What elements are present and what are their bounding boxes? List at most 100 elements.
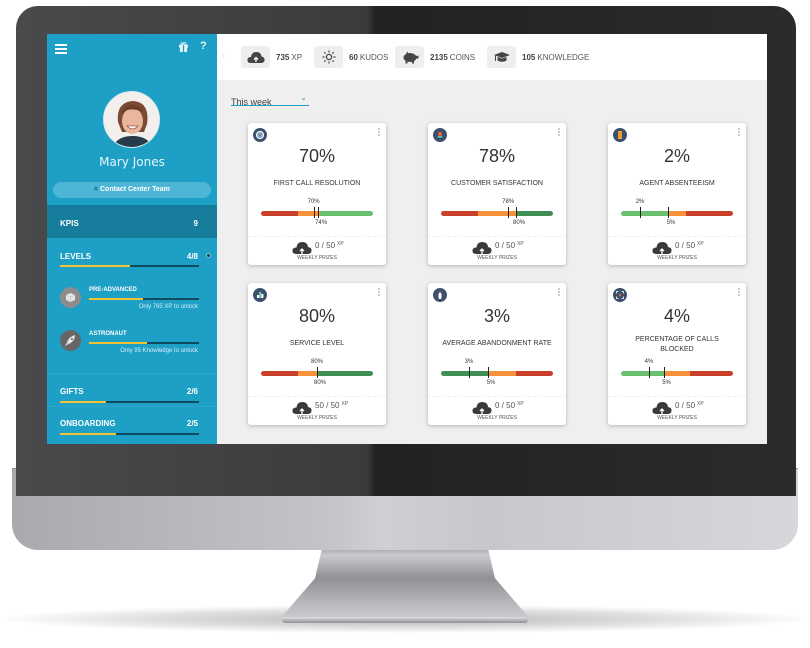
gifts-progress-bar xyxy=(60,401,199,403)
gift-icon[interactable] xyxy=(179,42,188,52)
stat-coins[interactable]: 2135 COINS xyxy=(395,46,475,68)
current-marker xyxy=(649,367,650,378)
kpi-title: FIRST CALL RESOLUTION xyxy=(273,180,361,187)
gauge-segment-red xyxy=(261,211,298,216)
sidebar-item-levels[interactable]: LEVELS 4/8 xyxy=(47,238,217,290)
card-divider xyxy=(428,236,566,237)
target-label: 80% xyxy=(513,220,526,226)
coins-value: 2135 xyxy=(430,52,448,62)
onboarding-count: 2/5 xyxy=(186,419,198,428)
gifts-progress-fill xyxy=(60,401,106,403)
gauge-segment-red xyxy=(690,371,733,376)
more-options-icon[interactable] xyxy=(378,128,381,137)
weekly-prizes-label: WEEKLY PRIZES xyxy=(297,415,337,421)
more-options-icon[interactable] xyxy=(558,128,561,137)
level-name: ASTRONAUT xyxy=(89,331,127,337)
kpi-card[interactable]: 78% CUSTOMER SATISFACTION 78% 80% 0 / 50… xyxy=(428,123,566,265)
more-options-icon[interactable] xyxy=(738,128,741,137)
card-divider xyxy=(428,396,566,397)
gauge-segment-orange xyxy=(488,371,517,376)
gauge-segment-dark-green xyxy=(316,371,373,376)
kpi-icon[interactable] xyxy=(433,128,447,142)
sidebar-item-gifts[interactable]: GIFTS 2/6 xyxy=(47,374,217,406)
cloud-upload-icon xyxy=(472,402,492,414)
kpi-card[interactable]: 2% AGENT ABSENTEEISM 2% 5% 0 / 50 XP WEEK… xyxy=(608,123,746,265)
hash-icon: # xyxy=(94,186,98,193)
onboarding-label: ONBOARDING xyxy=(60,419,116,428)
target-label: 5% xyxy=(486,380,496,386)
kpi-icon[interactable] xyxy=(253,288,267,302)
current-label: 70% xyxy=(307,199,320,205)
kudos-value: 60 xyxy=(349,52,358,62)
kpi-value: 3% xyxy=(483,306,510,326)
kpi-gauge xyxy=(441,371,553,376)
sidebar-item-onboarding[interactable]: ONBOARDING 2/5 xyxy=(47,407,217,444)
kpi-gauge xyxy=(441,211,553,216)
level-item-astronaut[interactable]: ASTRONAUT Only 95 Knowledge to unlock xyxy=(47,330,217,370)
stat-kudos[interactable]: 60 KUDOS xyxy=(314,46,388,68)
level-unlock-hint: Only 765 XP to unlock xyxy=(138,304,198,310)
card-divider xyxy=(608,396,746,397)
level-item-pre-advanced[interactable]: PRE-ADVANCED Only 765 XP to unlock xyxy=(47,284,217,324)
knowledge-unit: KNOWLEDGE xyxy=(537,52,590,62)
kpi-icon[interactable] xyxy=(433,288,447,302)
kpi-title: PERCENTAGE OF CALLS BLOCKED xyxy=(635,336,719,353)
gifts-label: GIFTS xyxy=(60,387,84,396)
current-label: 78% xyxy=(502,199,515,205)
gifts-count: 2/6 xyxy=(186,387,198,396)
period-value: This week xyxy=(231,97,272,107)
more-options-icon[interactable] xyxy=(378,288,381,297)
target-label: 80% xyxy=(313,380,326,386)
kpi-title: CUSTOMER SATISFACTION xyxy=(451,180,543,187)
kpi-icon[interactable] xyxy=(253,128,267,142)
cloud-upload-icon xyxy=(472,242,492,254)
gauge-segment-light-green xyxy=(320,211,373,216)
kpi-title: SERVICE LEVEL xyxy=(289,340,345,347)
knowledge-value: 105 xyxy=(522,52,536,62)
kpi-gauge xyxy=(621,371,733,376)
collapse-levels-icon[interactable] xyxy=(206,253,211,258)
menu-icon[interactable] xyxy=(55,44,67,54)
avatar[interactable] xyxy=(103,91,160,148)
gauge-segment-red xyxy=(441,211,478,216)
more-options-icon[interactable] xyxy=(558,288,561,297)
weekly-prizes-label: WEEKLY PRIZES xyxy=(297,255,337,261)
team-name: Contact Center Team xyxy=(100,186,170,193)
target-marker xyxy=(318,207,320,218)
weekly-prize-value: 50 / 50 XP xyxy=(315,401,349,410)
onboarding-progress-bar xyxy=(60,433,199,435)
xp-unit: XP xyxy=(291,52,303,62)
nav-prev-arrow[interactable]: ‹ xyxy=(222,50,225,60)
gauge-segment-orange xyxy=(663,371,691,376)
kpi-card[interactable]: 70% FIRST CALL RESOLUTION 70% 74% 0 / 50… xyxy=(248,123,386,265)
weekly-prizes-label: WEEKLY PRIZES xyxy=(477,255,517,261)
kpi-card[interactable]: 80% SERVICE LEVEL 80% 80% 50 / 50 XP WEEK… xyxy=(248,283,386,425)
monitor-stand-foot xyxy=(282,617,528,623)
team-badge[interactable]: # Contact Center Team xyxy=(53,182,211,198)
weekly-prize-value: 0 / 50 XP xyxy=(495,241,524,250)
more-options-icon[interactable] xyxy=(738,288,741,297)
current-label: 2% xyxy=(635,199,645,205)
gauge-segment-light-green xyxy=(621,371,664,376)
weekly-prize-value: 0 / 50 XP xyxy=(675,241,704,250)
gauge-segment-orange xyxy=(297,211,321,216)
current-marker xyxy=(469,367,470,378)
level-progress-bar xyxy=(89,298,199,300)
sidebar-item-kpis[interactable]: KPIS 9 xyxy=(47,205,217,238)
stat-knowledge[interactable]: 105 KNOWLEDGE xyxy=(487,46,589,68)
kpi-card[interactable]: 4% PERCENTAGE OF CALLS BLOCKED 4% 5% 0 /… xyxy=(608,283,746,425)
kpi-card[interactable]: 3% AVERAGE ABANDONMENT RATE 3% 5% 0 / 50… xyxy=(428,283,566,425)
current-label: 3% xyxy=(464,359,474,365)
stat-xp[interactable]: 735 XP xyxy=(241,46,302,68)
rocket-icon xyxy=(60,330,81,351)
help-icon[interactable]: ? xyxy=(200,40,207,52)
level-progress-fill xyxy=(89,298,143,300)
period-select[interactable]: This week ⌄ xyxy=(231,92,309,107)
target-marker xyxy=(516,207,518,218)
kpi-icon[interactable] xyxy=(613,288,627,302)
stats-bar: ‹ 735 XP 60 KUDOS 2135 COINS 105 KNOWLED… xyxy=(217,34,767,80)
gauge-segment-red xyxy=(685,211,733,216)
weekly-prizes-label: WEEKLY PRIZES xyxy=(657,415,697,421)
current-marker xyxy=(313,207,315,218)
kpi-icon[interactable] xyxy=(613,128,627,142)
